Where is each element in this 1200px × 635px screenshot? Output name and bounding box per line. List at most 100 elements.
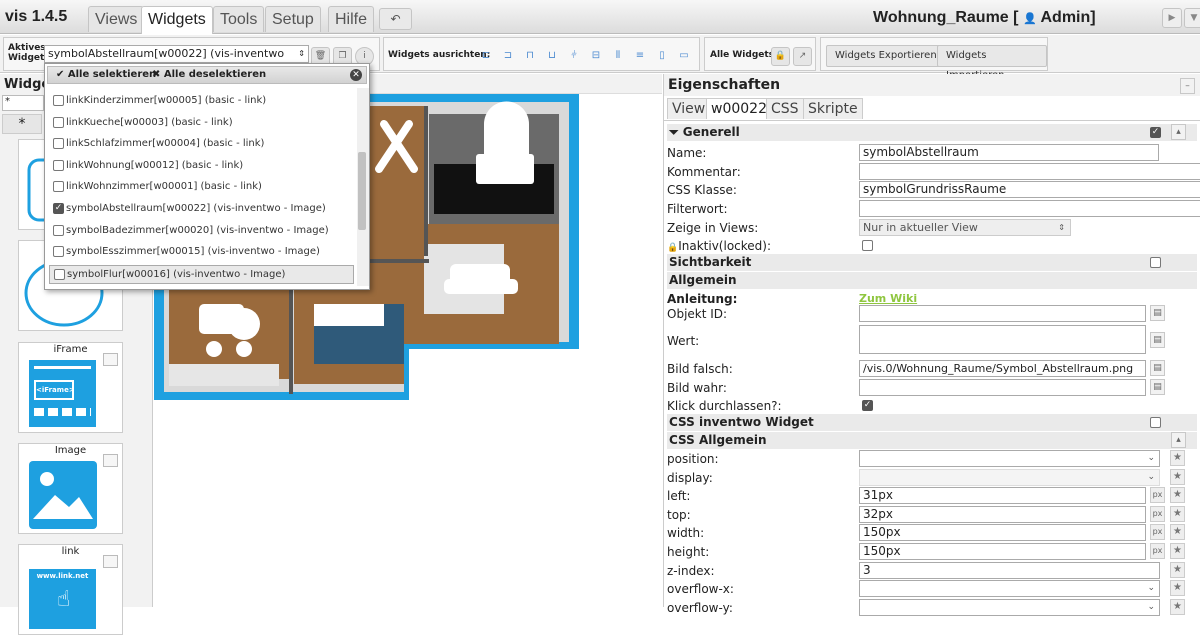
palette-set-star[interactable]: * bbox=[2, 114, 42, 134]
dropdown-scrollbar[interactable] bbox=[357, 88, 369, 286]
dropdown-option[interactable]: linkKinderzimmer[w00005] (basic - link) bbox=[49, 92, 354, 111]
unit-px-label[interactable]: px bbox=[1150, 543, 1165, 559]
option-checkbox[interactable] bbox=[53, 246, 64, 258]
align-left-icon[interactable]: ⊏ bbox=[477, 47, 495, 65]
dropdown-option[interactable]: linkWohnzimmer[w00001] (basic - link) bbox=[49, 178, 354, 197]
filterwort-input[interactable] bbox=[859, 200, 1200, 217]
sichtbarkeit-checkbox[interactable] bbox=[1150, 257, 1161, 268]
tab-widgets[interactable]: Widgets bbox=[141, 6, 213, 34]
undo-button[interactable]: ↶ bbox=[379, 8, 412, 30]
option-checkbox[interactable]: ✓ bbox=[53, 203, 64, 214]
bild-falsch-input[interactable]: /vis.0/Wohnung_Raume/Symbol_Abstellraum.… bbox=[859, 360, 1146, 377]
name-input[interactable]: symbolAbstellraum bbox=[859, 144, 1159, 161]
option-checkbox[interactable] bbox=[53, 138, 64, 150]
distribute-v-icon[interactable]: ≡ bbox=[631, 47, 649, 65]
chevron-up-icon[interactable]: ▴ bbox=[1171, 432, 1186, 448]
css-input[interactable]: 150px bbox=[859, 543, 1146, 560]
section-allgemein[interactable]: Allgemein bbox=[667, 272, 1197, 289]
tab-tools[interactable]: Tools bbox=[213, 6, 265, 32]
css-inventwo-checkbox[interactable] bbox=[1150, 417, 1161, 428]
file-browser-icon[interactable]: ▤ bbox=[1150, 360, 1165, 376]
section-css-allgemein[interactable]: CSS Allgemein ▴ bbox=[667, 432, 1197, 449]
wert-textarea[interactable] bbox=[859, 325, 1146, 354]
collapse-panel-button[interactable]: – bbox=[1180, 78, 1195, 94]
tab-view[interactable]: View bbox=[667, 98, 711, 119]
unlock-all-button[interactable]: ↗ bbox=[793, 47, 812, 66]
export-widgets-button[interactable]: Widgets Exportieren bbox=[826, 45, 946, 67]
object-browser-icon[interactable]: ▤ bbox=[1150, 305, 1165, 321]
wiki-link[interactable]: Zum Wiki bbox=[859, 292, 917, 305]
tab-setup[interactable]: Setup bbox=[265, 6, 321, 32]
unit-px-label[interactable]: px bbox=[1150, 505, 1165, 522]
css-input[interactable]: 32px bbox=[859, 505, 1146, 523]
same-height-icon[interactable]: ▭ bbox=[675, 47, 693, 65]
tab-widget-id[interactable]: w00022 bbox=[706, 98, 772, 119]
dropdown-option[interactable]: symbolFlur[w00016] (vis-inventwo - Image… bbox=[49, 264, 354, 284]
lock-all-button[interactable]: 🔒 bbox=[771, 47, 790, 66]
unit-px-label[interactable]: px bbox=[1150, 487, 1165, 504]
css-klasse-input[interactable]: symbolGrundrissRaume bbox=[859, 181, 1200, 198]
section-sichtbarkeit[interactable]: Sichtbarkeit bbox=[667, 254, 1197, 271]
tab-skripte[interactable]: Skripte bbox=[803, 98, 863, 119]
option-checkbox[interactable] bbox=[53, 95, 64, 106]
css-select[interactable]: ⌄ bbox=[859, 450, 1160, 467]
align-center-v-icon[interactable]: ⊟ bbox=[587, 47, 605, 65]
select-all-button[interactable]: ✔ Alle selektieren bbox=[56, 69, 156, 80]
option-checkbox[interactable] bbox=[54, 268, 65, 280]
tab-hilfe[interactable]: Hilfe bbox=[328, 6, 375, 32]
align-top-icon[interactable]: ⊓ bbox=[521, 47, 539, 65]
same-width-icon[interactable]: ▯ bbox=[653, 47, 671, 65]
star-icon[interactable]: ★ bbox=[1170, 505, 1185, 522]
palette-filter-input[interactable]: * bbox=[2, 95, 44, 111]
star-icon[interactable]: ★ bbox=[1170, 450, 1185, 466]
distribute-h-icon[interactable]: ⫴ bbox=[609, 47, 627, 65]
dropdown-option[interactable]: ✓ symbolAbstellraum[w00022] (vis-inventwo… bbox=[49, 200, 354, 219]
run-button[interactable]: ▶ bbox=[1162, 8, 1182, 28]
star-icon[interactable]: ★ bbox=[1170, 487, 1185, 504]
css-input[interactable]: 31px bbox=[859, 487, 1146, 505]
bild-wahr-input[interactable] bbox=[859, 379, 1146, 396]
generell-checkbox[interactable]: ✓ bbox=[1150, 127, 1161, 138]
css-select[interactable]: ⌄ bbox=[859, 580, 1160, 598]
star-icon[interactable]: ★ bbox=[1170, 580, 1185, 597]
option-checkbox[interactable] bbox=[53, 159, 64, 171]
dropdown-option[interactable]: linkSchlafzimmer[w00004] (basic - link) bbox=[49, 135, 354, 154]
align-right-icon[interactable]: ⊐ bbox=[499, 47, 517, 65]
dropdown-option[interactable]: linkKueche[w00003] (basic - link) bbox=[49, 114, 354, 133]
klick-checkbox[interactable]: ✓ bbox=[862, 400, 873, 411]
scrollbar-thumb[interactable] bbox=[358, 152, 366, 230]
tab-views[interactable]: Views bbox=[88, 6, 145, 32]
star-icon[interactable]: ★ bbox=[1170, 543, 1185, 559]
align-center-h-icon[interactable]: ⫩ bbox=[565, 47, 583, 65]
widget-card-iframe[interactable]: iFrame <iFrame> bbox=[18, 342, 123, 433]
kommentar-input[interactable] bbox=[859, 163, 1200, 180]
option-checkbox[interactable] bbox=[53, 116, 64, 128]
css-select[interactable]: ⌄ bbox=[859, 468, 1160, 486]
tab-css[interactable]: CSS bbox=[766, 98, 804, 119]
css-input[interactable]: 150px bbox=[859, 524, 1146, 542]
inaktiv-checkbox[interactable] bbox=[862, 240, 873, 251]
zeige-select[interactable]: Nur in aktueller View ⇕ bbox=[859, 219, 1071, 236]
dropdown-option[interactable]: symbolBadezimmer[w00020] (vis-inventwo -… bbox=[49, 222, 354, 241]
object-browser-icon[interactable]: ▤ bbox=[1150, 332, 1165, 348]
more-button[interactable]: ▼ bbox=[1184, 8, 1200, 28]
star-icon[interactable]: ★ bbox=[1170, 468, 1185, 485]
widget-card-link[interactable]: link www.link.net ☝ bbox=[18, 544, 123, 635]
dropdown-option[interactable]: linkWohnung[w00012] (basic - link) bbox=[49, 157, 354, 176]
star-icon[interactable]: ★ bbox=[1170, 561, 1185, 578]
close-icon[interactable]: ✕ bbox=[350, 69, 362, 81]
file-browser-icon[interactable]: ▤ bbox=[1150, 379, 1165, 395]
unit-px-label[interactable]: px bbox=[1150, 524, 1165, 541]
section-css-inventwo[interactable]: CSS inventwo Widget bbox=[667, 414, 1197, 431]
chevron-up-icon[interactable]: ▴ bbox=[1171, 124, 1186, 140]
star-icon[interactable]: ★ bbox=[1170, 524, 1185, 541]
import-widgets-button[interactable]: Widgets Importieren bbox=[937, 45, 1047, 81]
css-number-input[interactable]: 3 bbox=[859, 561, 1160, 579]
dropdown-option[interactable]: symbolEsszimmer[w00015] (vis-inventwo - … bbox=[49, 243, 354, 262]
deselect-all-button[interactable]: ✖ Alle deselektieren bbox=[152, 69, 266, 80]
section-generell[interactable]: ⏷ Generell ✓ ▴ bbox=[667, 124, 1197, 141]
widget-card-image[interactable]: Image bbox=[18, 443, 123, 534]
option-checkbox[interactable] bbox=[53, 224, 64, 236]
option-checkbox[interactable] bbox=[53, 181, 64, 193]
css-select[interactable]: ⌄ bbox=[859, 598, 1160, 616]
